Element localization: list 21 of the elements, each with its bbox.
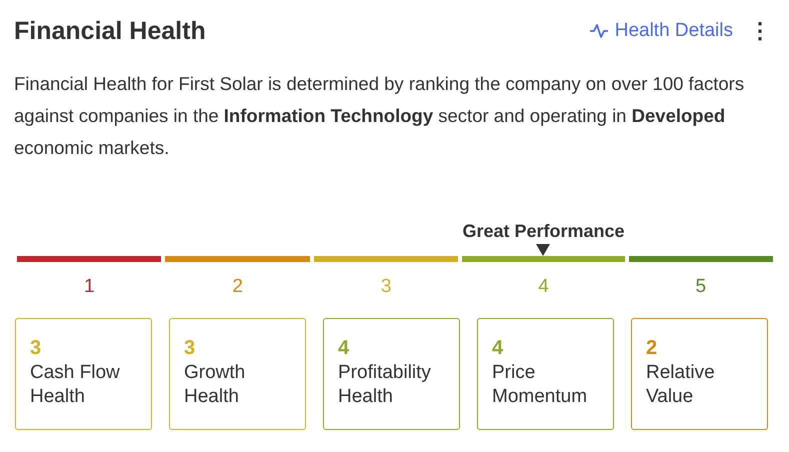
description-text: Financial Health for First Solar is determined by ranking the company on over 100 factors against companies in the Information Technology sector and operating in Developed economic markets. bbox=[14, 72, 746, 160]
health-details-link[interactable]: Health Details bbox=[588, 20, 733, 42]
scale-number: 4 bbox=[538, 276, 549, 298]
rating-caption: Great Performance bbox=[462, 221, 625, 242]
metric-score: 3 bbox=[30, 336, 42, 361]
metric-label: Growth Health bbox=[184, 361, 246, 409]
scale-number: 5 bbox=[695, 276, 706, 298]
metric-score: 3 bbox=[184, 336, 196, 361]
scale-number: 1 bbox=[84, 276, 95, 298]
scale-number: 3 bbox=[380, 276, 392, 298]
section-title: Financial Health bbox=[14, 16, 206, 46]
metric-label: Cash Flow Health bbox=[30, 361, 121, 409]
more-menu-button[interactable]: ⋮ bbox=[747, 20, 773, 42]
metric-score: 2 bbox=[646, 336, 658, 361]
metric-score: 4 bbox=[492, 336, 504, 361]
metric-label: Price Momentum bbox=[492, 361, 588, 409]
metric-score: 4 bbox=[338, 336, 350, 361]
scale-number: 2 bbox=[232, 276, 243, 298]
pulse-icon bbox=[588, 23, 609, 39]
metric-label: Profitability Health bbox=[338, 361, 432, 409]
metric-label: Relative Value bbox=[646, 361, 716, 409]
